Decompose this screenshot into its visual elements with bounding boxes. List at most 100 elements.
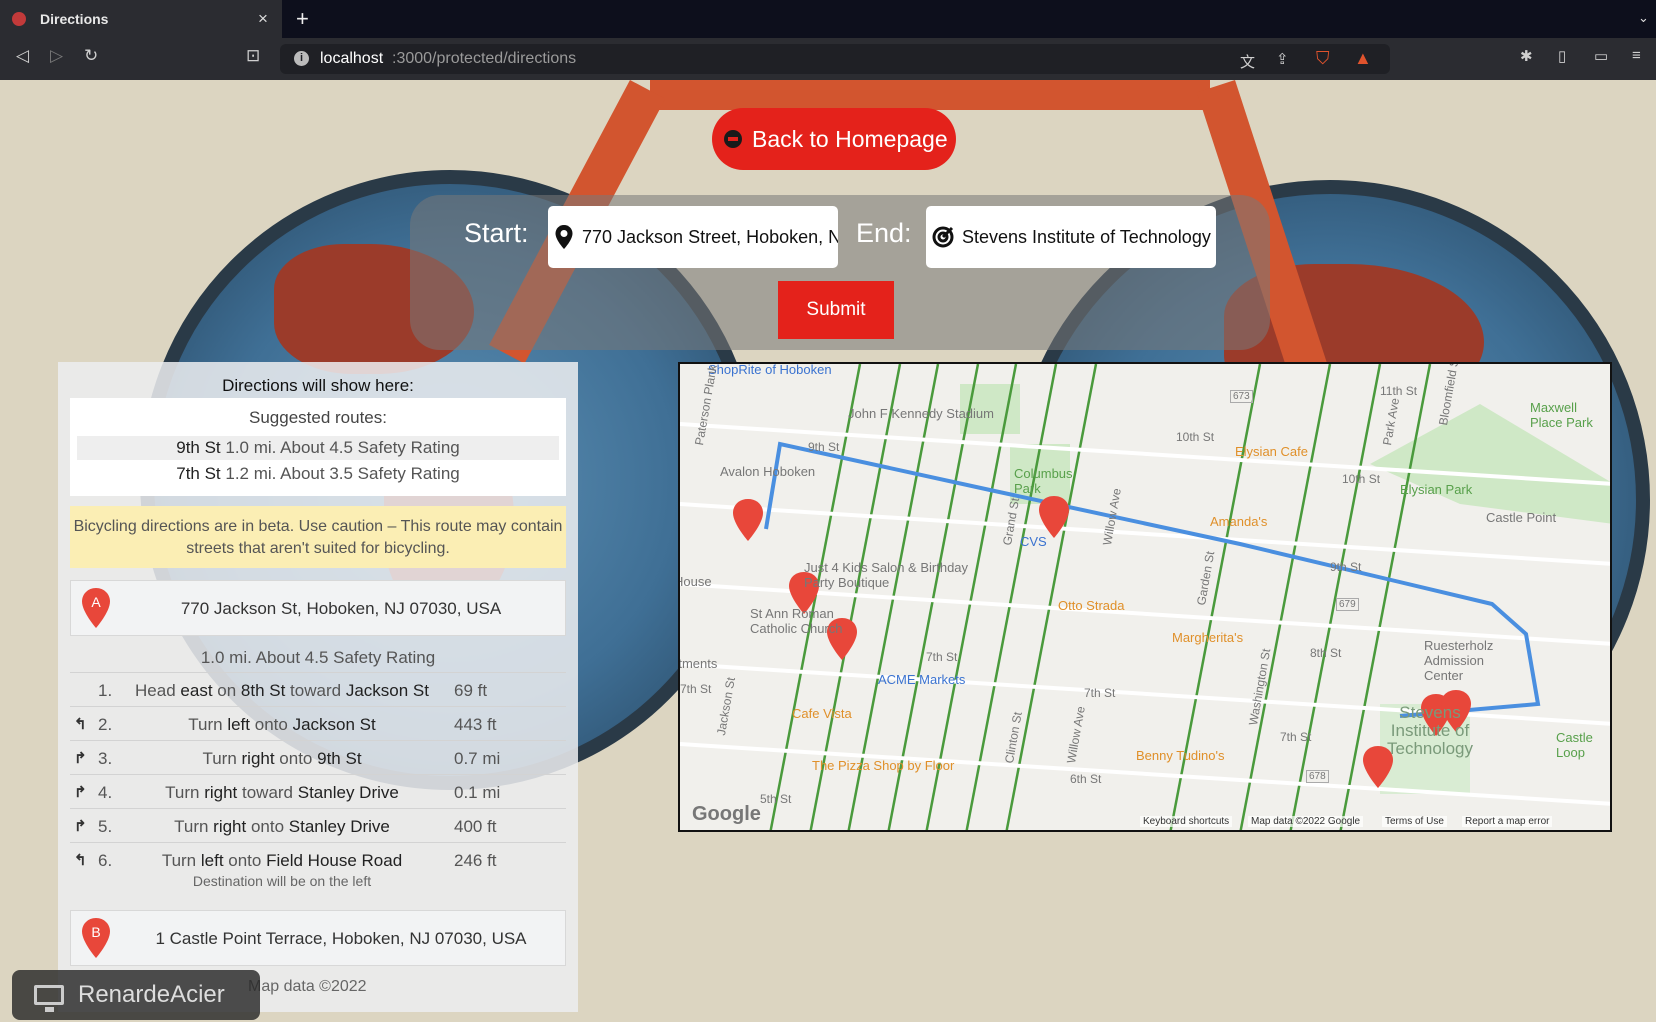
poi-label[interactable]: St Ann Roman Catholic Church bbox=[750, 606, 850, 636]
keyboard-shortcuts-link[interactable]: Keyboard shortcuts bbox=[1140, 816, 1233, 827]
menu-icon[interactable]: ≡ bbox=[1632, 47, 1641, 64]
step-note: Destination will be on the left bbox=[192, 873, 372, 889]
back-to-homepage-label: Back to Homepage bbox=[752, 125, 948, 152]
back-to-homepage-button[interactable]: Back to Homepage bbox=[712, 108, 956, 170]
poi-label[interactable]: Amanda's bbox=[1210, 514, 1267, 529]
poi-label[interactable]: Cafe Vista bbox=[792, 706, 852, 721]
turn-right-icon: ↱ bbox=[74, 818, 87, 835]
poi-label[interactable]: Ruesterholz Admission Center bbox=[1424, 638, 1514, 683]
poi-label[interactable]: Maxwell Place Park bbox=[1530, 400, 1610, 430]
direction-step: ↱ 4. Turn right toward Stanley Drive 0.1… bbox=[70, 774, 566, 808]
extensions-icon[interactable]: ✱ bbox=[1520, 47, 1533, 65]
map-pin-icon bbox=[555, 225, 573, 249]
poi-label[interactable]: Just 4 Kids Salon & Birthday Party Bouti… bbox=[804, 560, 974, 590]
wallet-icon[interactable]: ▭ bbox=[1594, 47, 1608, 65]
route-map[interactable]: ShopRite of Hoboken John F Kennedy Stadi… bbox=[678, 362, 1612, 832]
street-label: 5th St bbox=[760, 792, 792, 806]
poi-label[interactable]: CVS bbox=[1020, 534, 1047, 549]
arrow-left-circle-icon bbox=[724, 130, 742, 148]
suggested-routes: Suggested routes: 9th St 1.0 mi. About 4… bbox=[70, 398, 566, 496]
poi-label[interactable]: Margherita's bbox=[1172, 630, 1243, 645]
poi-label[interactable]: Elysian Cafe bbox=[1235, 444, 1308, 459]
address-bar[interactable]: i localhost :3000/protected/directions 文… bbox=[280, 44, 1390, 74]
close-tab-icon[interactable]: × bbox=[258, 9, 268, 29]
submit-button[interactable]: Submit bbox=[778, 281, 894, 339]
bookmark-icon[interactable]: ⊡ bbox=[246, 46, 260, 66]
street-label: 10th St bbox=[1176, 430, 1215, 444]
poi-label[interactable]: Otto Strada bbox=[1058, 598, 1124, 613]
browser-chrome: Directions × + ⌄ ◁ ▷ ↻ ⊡ i localhost :30… bbox=[0, 0, 1656, 80]
poi-label[interactable]: Benny Tudino's bbox=[1136, 748, 1225, 763]
highway-shield: 679 bbox=[1336, 598, 1359, 611]
marker-b-icon: B bbox=[82, 918, 110, 958]
report-error-link[interactable]: Report a map error bbox=[1462, 816, 1553, 827]
street-label: 7th St bbox=[1084, 686, 1116, 700]
suggested-routes-heading: Suggested routes: bbox=[249, 408, 387, 427]
share-icon[interactable]: ⇪ bbox=[1276, 50, 1289, 68]
url-host: localhost bbox=[320, 50, 384, 67]
poi-label[interactable]: House bbox=[680, 574, 712, 589]
reload-icon[interactable]: ↻ bbox=[84, 46, 98, 66]
turn-right-icon: ↱ bbox=[74, 750, 87, 767]
new-tab-button[interactable]: + bbox=[296, 6, 309, 32]
street-label: 11th St bbox=[1380, 384, 1418, 398]
poi-label[interactable]: John F Kennedy Stadium bbox=[848, 406, 994, 421]
streamer-watermark: RenardeAcier bbox=[12, 970, 260, 1020]
poi-label[interactable]: Elysian Park bbox=[1400, 482, 1472, 497]
brave-rewards-icon[interactable]: ▲ bbox=[1354, 48, 1372, 69]
back-icon[interactable]: ◁ bbox=[16, 46, 29, 66]
route-option[interactable]: 7th St 1.2 mi. About 3.5 Safety Rating bbox=[77, 462, 559, 486]
poi-label[interactable]: Castle Point bbox=[1486, 510, 1556, 525]
street-label: 6th St bbox=[1070, 772, 1102, 786]
direction-step: 1. Head east on 8th St toward Jackson St… bbox=[70, 672, 566, 706]
end-label: End: bbox=[856, 218, 912, 248]
favicon-icon bbox=[12, 12, 26, 26]
url-path: :3000/protected/directions bbox=[392, 50, 577, 67]
poi-label[interactable]: Avalon Hoboken bbox=[720, 464, 815, 479]
start-address: 770 Jackson St, Hoboken, NJ 07030, USA bbox=[180, 599, 502, 618]
street-label: 8th St bbox=[1310, 646, 1342, 660]
street-label: 7th St bbox=[926, 650, 958, 664]
brave-shield-icon[interactable]: ⛉ bbox=[1316, 48, 1330, 69]
beta-warning: Bicycling directions are in beta. Use ca… bbox=[70, 506, 566, 568]
marker-a-icon: A bbox=[82, 588, 110, 628]
start-input[interactable]: 770 Jackson Street, Hoboken, NJ bbox=[548, 206, 838, 268]
tab-title: Directions bbox=[40, 11, 109, 27]
poi-label[interactable]: ShopRite of Hoboken bbox=[708, 364, 832, 377]
street-label: 7th St bbox=[680, 682, 712, 696]
panel-map-data: Map data ©2022 bbox=[248, 978, 367, 995]
poi-label[interactable]: rtments bbox=[680, 656, 717, 671]
google-logo[interactable]: Google bbox=[692, 803, 761, 826]
site-info-icon[interactable]: i bbox=[294, 51, 309, 66]
tab-directions[interactable]: Directions × bbox=[0, 0, 282, 38]
street-label: 9th St bbox=[1330, 560, 1362, 574]
street-label: 9th St bbox=[808, 440, 840, 454]
sidebar-icon[interactable]: ▯ bbox=[1558, 47, 1566, 65]
poi-label[interactable]: Stevens Institute of Technology bbox=[1370, 704, 1490, 758]
monitor-icon bbox=[34, 985, 64, 1012]
svg-text:B: B bbox=[91, 924, 100, 940]
direction-step: ↱ 3. Turn right onto 9th St 0.7 mi bbox=[70, 740, 566, 774]
poi-label[interactable]: Castle Loop bbox=[1556, 730, 1610, 760]
svg-text:A: A bbox=[91, 594, 101, 610]
translate-icon[interactable]: 文 bbox=[1240, 51, 1255, 72]
highway-shield: 673 bbox=[1230, 390, 1253, 403]
route-option[interactable]: 9th St 1.0 mi. About 4.5 Safety Rating bbox=[77, 436, 559, 460]
direction-step: ↰ 2. Turn left onto Jackson St 443 ft bbox=[70, 706, 566, 740]
forward-icon[interactable]: ▷ bbox=[50, 46, 63, 66]
turn-right-icon: ↱ bbox=[74, 784, 87, 801]
terms-link[interactable]: Terms of Use bbox=[1382, 816, 1447, 827]
poi-label[interactable]: Columbus Park bbox=[1014, 466, 1084, 496]
target-icon bbox=[932, 226, 954, 248]
highway-shield: 678 bbox=[1306, 770, 1329, 783]
turn-left-icon: ↰ bbox=[74, 852, 87, 869]
end-address-card: B 1 Castle Point Terrace, Hoboken, NJ 07… bbox=[70, 910, 566, 966]
poi-label[interactable]: The Pizza Shop by Floor bbox=[812, 758, 954, 773]
tab-strip: Directions × + ⌄ bbox=[0, 0, 1656, 38]
end-input[interactable]: Stevens Institute of Technology bbox=[926, 206, 1216, 268]
route-summary: 1.0 mi. About 4.5 Safety Rating bbox=[200, 648, 436, 667]
directions-panel: Directions will show here: Suggested rou… bbox=[58, 362, 578, 1012]
poi-label[interactable]: ACME Markets bbox=[878, 672, 965, 687]
tab-list-icon[interactable]: ⌄ bbox=[1638, 10, 1649, 26]
street-label: 10th St bbox=[1342, 472, 1381, 486]
